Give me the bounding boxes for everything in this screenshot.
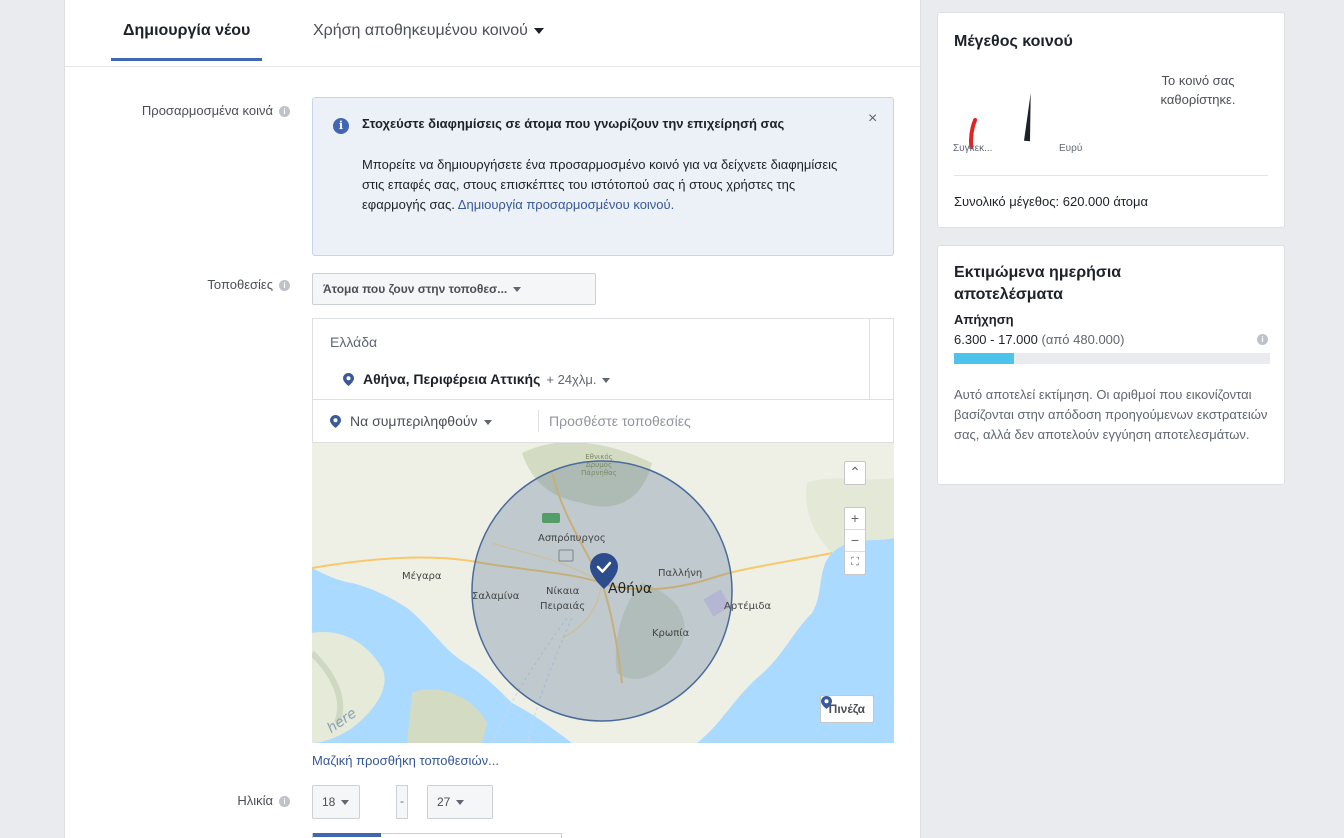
gauge-label-broad: Ευρύ: [1059, 143, 1083, 154]
audience-panel: Δημιουργία νέου Χρήση αποθηκευμένου κοιν…: [64, 0, 922, 838]
map-label-pallini: Παλλήνη: [658, 568, 703, 579]
include-select[interactable]: Να συμπεριληφθούν: [330, 413, 492, 429]
location-city-row: Αθήνα, Περιφέρεια Αττικής + 24χλμ.: [343, 371, 611, 387]
audience-size-card: Μέγεθος κοινού Συγκεκ... Ευρύ Το κοινό σ…: [937, 12, 1285, 228]
tab-create-new[interactable]: Δημιουργία νέου: [110, 22, 263, 61]
selected-locations-box: Ελλάδα Αθήνα, Περιφέρεια Αττικής + 24χλμ.: [312, 318, 894, 400]
drop-pin-button[interactable]: Πινέζα: [819, 695, 874, 723]
close-icon[interactable]: ×: [868, 110, 877, 128]
map-label-artemida: Αρτέμιδα: [724, 601, 772, 612]
age-label: Ηλικία i: [237, 793, 290, 808]
daily-results-title: Εκτιμώμενα ημερήσια αποτελέσματα: [954, 264, 1122, 303]
info-icon[interactable]: i: [279, 280, 290, 291]
total-audience-size: Συνολικό μέγεθος: 620.000 άτομα: [954, 194, 1149, 209]
include-bar: Να συμπεριληφθούν Προσθέστε τοποθεσίες: [312, 400, 894, 443]
map-pin-icon: [330, 415, 341, 428]
location-city-name: Αθήνα, Περιφέρεια Αττικής: [363, 371, 541, 387]
map-pin-icon: [343, 373, 354, 386]
caret-down-icon: [483, 419, 492, 425]
map-label-athina: Αθήνα: [608, 581, 653, 597]
divider: [538, 410, 539, 432]
bulk-add-locations-link[interactable]: Μαζική προσθήκη τοποθεσιών...: [312, 753, 499, 768]
info-body: Μπορείτε να δημιουργήσετε ένα προσαρμοσμ…: [362, 155, 862, 215]
caret-down-icon: [456, 800, 465, 806]
caret-down-icon: [602, 378, 611, 384]
info-title: Στοχεύστε διαφημίσεις σε άτομα που γνωρί…: [362, 116, 785, 131]
age-min-select[interactable]: 18: [312, 785, 360, 819]
map-canvas: [312, 443, 894, 743]
zoom-in-button[interactable]: +: [845, 508, 865, 530]
radius-select[interactable]: + 24χλμ.: [546, 372, 611, 387]
audience-size-title: Μέγεθος κοινού: [954, 33, 1073, 50]
create-custom-audience-link[interactable]: Δημιουργία προσαρμοσμένου κοινού.: [458, 197, 674, 212]
age-min-value: 18: [322, 795, 336, 809]
daily-results-card: Εκτιμώμενα ημερήσια αποτελέσματα Απήχηση…: [937, 245, 1285, 485]
map-label-salamina: Σαλαμίνα: [472, 591, 520, 602]
location-type-value: Άτομα που ζουν στην τοποθεσ...: [323, 282, 508, 296]
locations-label-text: Τοποθεσίες: [207, 277, 273, 292]
location-country: Ελλάδα: [330, 334, 378, 350]
info-icon[interactable]: i: [279, 796, 290, 807]
custom-audience-info-box: i Στοχεύστε διαφημίσεις σε άτομα που γνω…: [312, 97, 894, 256]
reach-bar: [954, 353, 1270, 364]
custom-audiences-label-text: Προσαρμοσμένα κοινά: [141, 103, 273, 118]
caret-down-icon: [533, 27, 544, 34]
map-zoom-control: + − ⛶: [844, 507, 866, 575]
map-label-peiraias: Πειραιάς: [540, 601, 586, 612]
include-label: Να συμπεριληφθούν: [350, 413, 478, 429]
location-type-select[interactable]: Άτομα που ζουν στην τοποθεσ...: [312, 273, 596, 305]
gauge-needle-icon: [1024, 93, 1031, 142]
caret-down-icon: [513, 287, 522, 293]
map-label-nikaia: Νίκαια: [546, 586, 580, 597]
drop-pin-label: Πινέζα: [828, 702, 865, 716]
location-list-scrollbar[interactable]: [869, 319, 893, 399]
age-max-select[interactable]: 27: [427, 785, 493, 819]
reach-bar-fill: [954, 353, 1015, 364]
reach-range: 6.300 - 17.000: [954, 332, 1038, 347]
locations-label: Τοποθεσίες i: [207, 277, 290, 292]
estimate-disclaimer: Αυτό αποτελεί εκτίμηση. Οι αριθμοί που ε…: [954, 387, 1268, 442]
audience-defined-note: Το κοινό σας καθορίστηκε.: [1160, 73, 1236, 107]
map-label-kropia: Κρωπία: [652, 628, 690, 639]
gender-selected-fill: [313, 833, 381, 837]
map-label-megara: Μέγαρα: [402, 571, 442, 582]
gauge-label-specific: Συγκεκ...: [953, 143, 993, 154]
caret-down-icon: [341, 800, 350, 806]
fullscreen-icon[interactable]: ⛶: [845, 552, 865, 574]
age-separator: -: [396, 785, 408, 819]
info-icon[interactable]: i: [1257, 334, 1268, 345]
age-max-value: 27: [437, 795, 451, 809]
reach-label: Απήχηση: [954, 312, 1014, 327]
map-pin-icon: [820, 696, 832, 709]
reach-value: 6.300 - 17.000 (από 480.000): [954, 332, 1124, 347]
map-label-aspropyrgos: Ασπρόπυργος: [538, 533, 606, 544]
tab-use-saved-label: Χρήση αποθηκευμένου κοινού: [313, 22, 528, 39]
custom-audiences-label: Προσαρμοσμένα κοινά i: [142, 103, 290, 118]
divider: [954, 175, 1268, 176]
info-circle-icon: i: [333, 118, 349, 134]
audience-gauge: [969, 93, 1031, 149]
tab-use-saved[interactable]: Χρήση αποθηκευμένου κοινού: [313, 22, 544, 40]
location-map[interactable]: Εθνικός Δρυμός Πάρνηθας Ασπρόπυργος Μέγα…: [312, 443, 894, 743]
tab-bar: Δημιουργία νέου Χρήση αποθηκευμένου κοιν…: [65, 0, 922, 67]
age-label-text: Ηλικία: [237, 793, 273, 808]
zoom-out-button[interactable]: −: [845, 530, 865, 552]
info-icon[interactable]: i: [279, 106, 290, 117]
reach-of-total: (από 480.000): [1041, 332, 1125, 347]
map-scroll-up-button[interactable]: ⌃: [845, 462, 865, 484]
add-locations-input[interactable]: Προσθέστε τοποθεσίες: [549, 413, 691, 429]
gender-selector[interactable]: [312, 833, 562, 838]
map-scroll-control: ⌃: [844, 461, 866, 485]
map-label-national-forest: Εθνικός Δρυμός Πάρνηθας: [581, 453, 617, 477]
radius-value: + 24χλμ.: [546, 372, 597, 387]
